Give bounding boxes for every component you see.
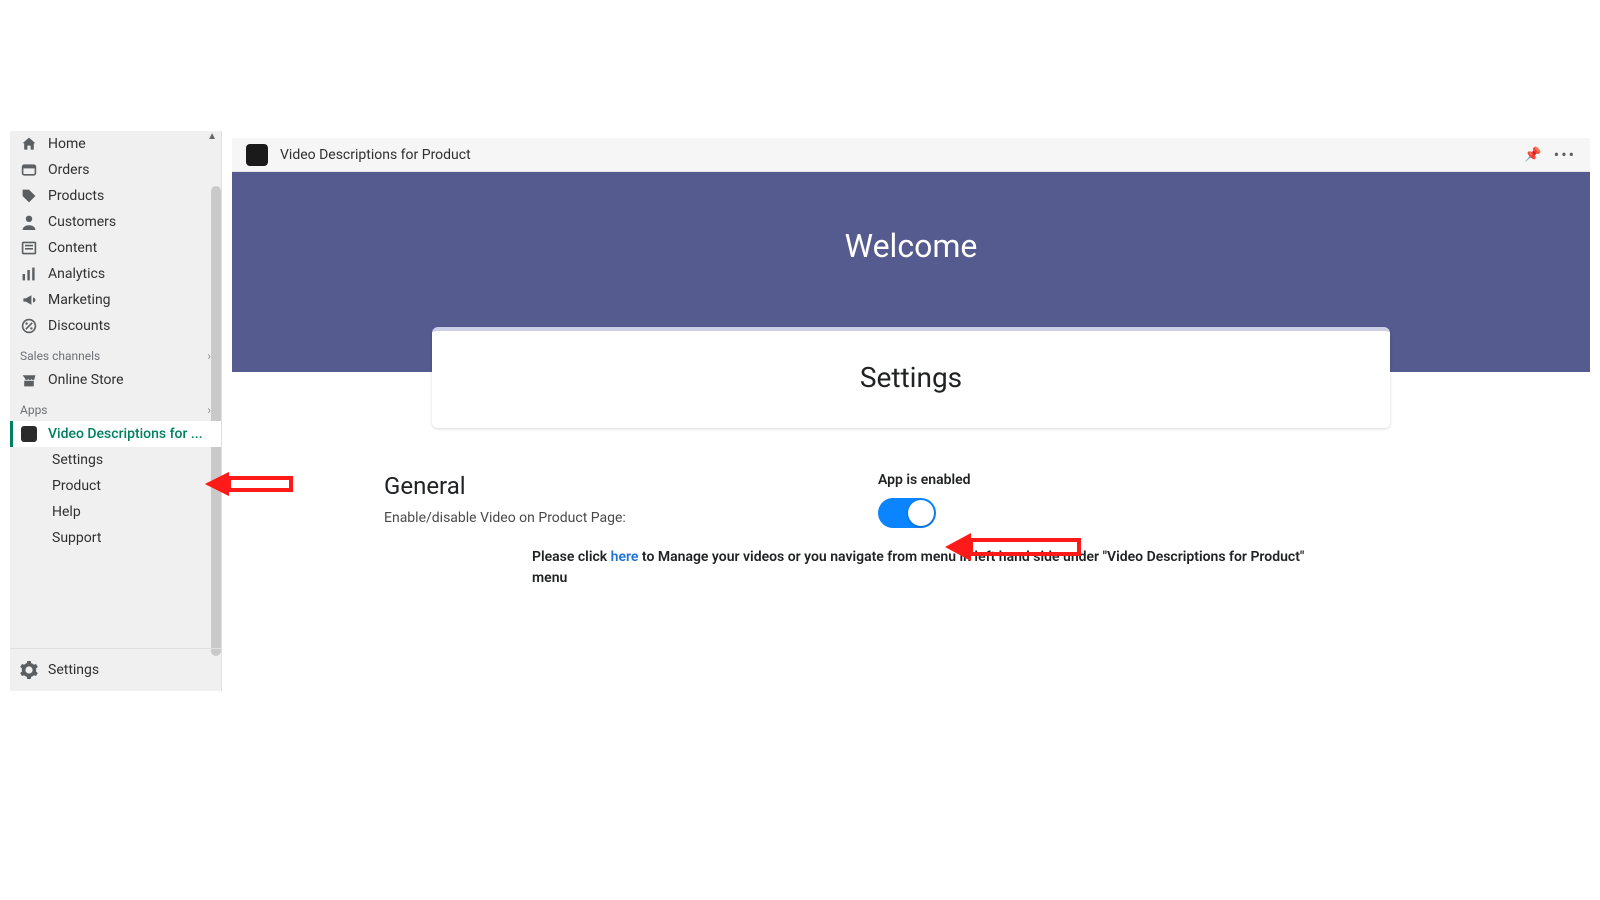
sidebar-item-label: Content <box>48 240 97 256</box>
app-topbar: Video Descriptions for Product 📌 ••• <box>232 138 1590 172</box>
settings-card: Settings <box>432 327 1390 428</box>
home-icon <box>20 136 38 152</box>
orders-icon <box>20 162 38 178</box>
sidebar-sub-help[interactable]: Help <box>10 499 221 525</box>
sidebar-sub-settings[interactable]: Settings <box>10 447 221 473</box>
sidebar-item-label: Marketing <box>48 292 111 308</box>
sidebar-item-orders[interactable]: Orders <box>10 157 221 183</box>
sidebar-sub-label: Support <box>52 530 101 546</box>
sidebar-sub-support[interactable]: Support <box>10 525 221 551</box>
sidebar-item-marketing[interactable]: Marketing <box>10 287 221 313</box>
sidebar-item-analytics[interactable]: Analytics <box>10 261 221 287</box>
sidebar-settings-bottom[interactable]: Settings <box>10 648 221 691</box>
sidebar-item-label: Products <box>48 188 104 204</box>
toggle-knob <box>908 500 934 526</box>
sidebar-item-label: Online Store <box>48 372 124 388</box>
sidebar-item-customers[interactable]: Customers <box>10 209 221 235</box>
more-icon[interactable]: ••• <box>1554 145 1576 164</box>
sidebar-item-products[interactable]: Products <box>10 183 221 209</box>
sidebar-item-label: Home <box>48 136 86 152</box>
sidebar-item-discounts[interactable]: Discounts <box>10 313 221 339</box>
store-icon <box>20 372 38 388</box>
section-label-text: Sales channels <box>20 349 100 363</box>
gear-icon <box>20 661 38 679</box>
sidebar-item-label: Video Descriptions for ... <box>48 426 203 442</box>
enable-toggle[interactable] <box>878 498 936 528</box>
app-icon <box>246 144 268 166</box>
customers-icon <box>20 214 38 230</box>
manage-note: Please click here to Manage your videos … <box>532 547 1332 589</box>
analytics-icon <box>20 266 38 282</box>
app-title: Video Descriptions for Product <box>280 147 471 163</box>
pin-icon[interactable]: 📌 <box>1524 147 1541 163</box>
content-icon <box>20 240 38 256</box>
sidebar-item-label: Customers <box>48 214 116 230</box>
card-title: Settings <box>432 361 1390 394</box>
sidebar-sub-label: Settings <box>52 452 103 468</box>
app-square-icon <box>20 426 38 442</box>
sidebar-section-apps[interactable]: Apps › <box>10 393 221 421</box>
sidebar-item-label: Discounts <box>48 318 110 334</box>
marketing-icon <box>20 292 38 308</box>
sidebar-item-label: Orders <box>48 162 90 178</box>
section-label-text: Apps <box>20 403 48 417</box>
sidebar-item-content[interactable]: Content <box>10 235 221 261</box>
sidebar-sub-product[interactable]: Product <box>10 473 221 499</box>
settings-bottom-label: Settings <box>48 662 99 678</box>
main-area: Welcome Settings General Enable/disable … <box>232 172 1590 685</box>
note-post: to Manage your videos or you navigate fr… <box>532 549 1304 586</box>
sidebar-item-app-video-descriptions[interactable]: Video Descriptions for ... <box>10 421 221 447</box>
sidebar-item-home[interactable]: Home <box>10 131 221 157</box>
sidebar: ▲ Home Orders Products Customers Content… <box>10 131 222 691</box>
scroll-up-icon[interactable]: ▲ <box>207 131 217 142</box>
toggle-label: App is enabled <box>878 472 971 488</box>
discounts-icon <box>20 318 38 334</box>
sidebar-item-label: Analytics <box>48 266 105 282</box>
toggle-section: App is enabled <box>878 472 971 528</box>
note-pre: Please click <box>532 549 611 565</box>
sidebar-sub-label: Help <box>52 504 81 520</box>
manage-here-link[interactable]: here <box>611 549 639 565</box>
sidebar-item-online-store[interactable]: Online Store <box>10 367 221 393</box>
sidebar-sub-label: Product <box>52 478 101 494</box>
sidebar-section-sales-channels[interactable]: Sales channels › <box>10 339 221 367</box>
products-icon <box>20 188 38 204</box>
